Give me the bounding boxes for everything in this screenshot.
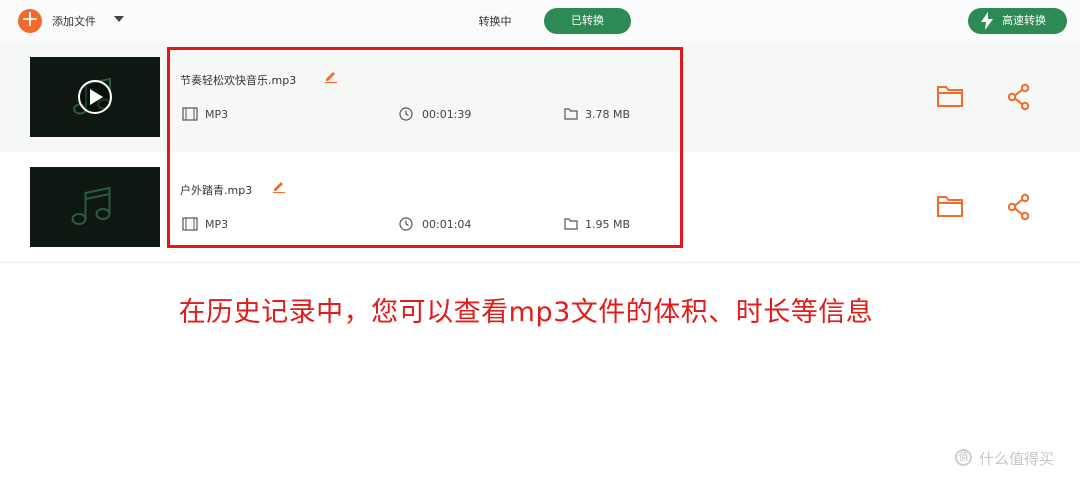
file-size: 3.78 MB [585,108,631,121]
list-item: 户外踏青.mp3 MP3 00:01:04 1.95 MB [0,152,1080,263]
annotation-caption: 在历史记录中，您可以查看mp3文件的体积、时长等信息 [178,297,874,328]
file-size-icon [564,108,578,120]
clock-icon [399,217,413,231]
clock-icon [399,107,413,121]
file-thumbnail[interactable] [30,57,160,137]
watermark-logo-icon: 值 [955,449,972,466]
add-file-button[interactable]: + [18,9,42,33]
file-name: 节奏轻松欢快音乐.mp3 [180,74,297,87]
share-icon[interactable] [1006,83,1032,111]
file-size-icon [564,218,578,230]
film-icon [182,217,198,231]
add-file-label[interactable]: 添加文件 [52,13,96,29]
file-format: MP3 [205,108,229,121]
open-folder-icon[interactable] [936,83,964,109]
file-name: 户外踏青.mp3 [180,184,253,197]
turbo-convert-button[interactable]: 高速转换 [968,8,1067,34]
tab-converting[interactable]: 转换中 [468,13,522,29]
music-note-icon [71,186,111,225]
lightning-icon [981,12,993,30]
plus-icon: + [20,7,40,32]
converter-window: + 添加文件 转换中 已转换 高速转换 节奏轻松欢快音乐.mp3 MP3 00:… [0,0,1080,480]
file-format: MP3 [205,218,229,231]
file-thumbnail[interactable] [30,167,160,247]
file-duration: 00:01:39 [422,108,472,121]
edit-name-icon[interactable] [272,179,286,193]
watermark-text: 什么值得买 [979,450,1055,468]
turbo-convert-label: 高速转换 [1002,14,1046,27]
tab-converted[interactable]: 已转换 [544,8,631,34]
open-folder-icon[interactable] [936,193,964,219]
share-icon[interactable] [1006,193,1032,221]
list-item: 节奏轻松欢快音乐.mp3 MP3 00:01:39 3.78 MB [0,42,1080,152]
chevron-down-icon[interactable] [114,16,124,22]
film-icon [182,107,198,121]
file-size: 1.95 MB [585,218,631,231]
play-icon[interactable] [30,57,160,137]
file-duration: 00:01:04 [422,218,472,231]
edit-name-icon[interactable] [324,69,338,83]
toolbar: + 添加文件 转换中 已转换 高速转换 [0,0,1080,43]
